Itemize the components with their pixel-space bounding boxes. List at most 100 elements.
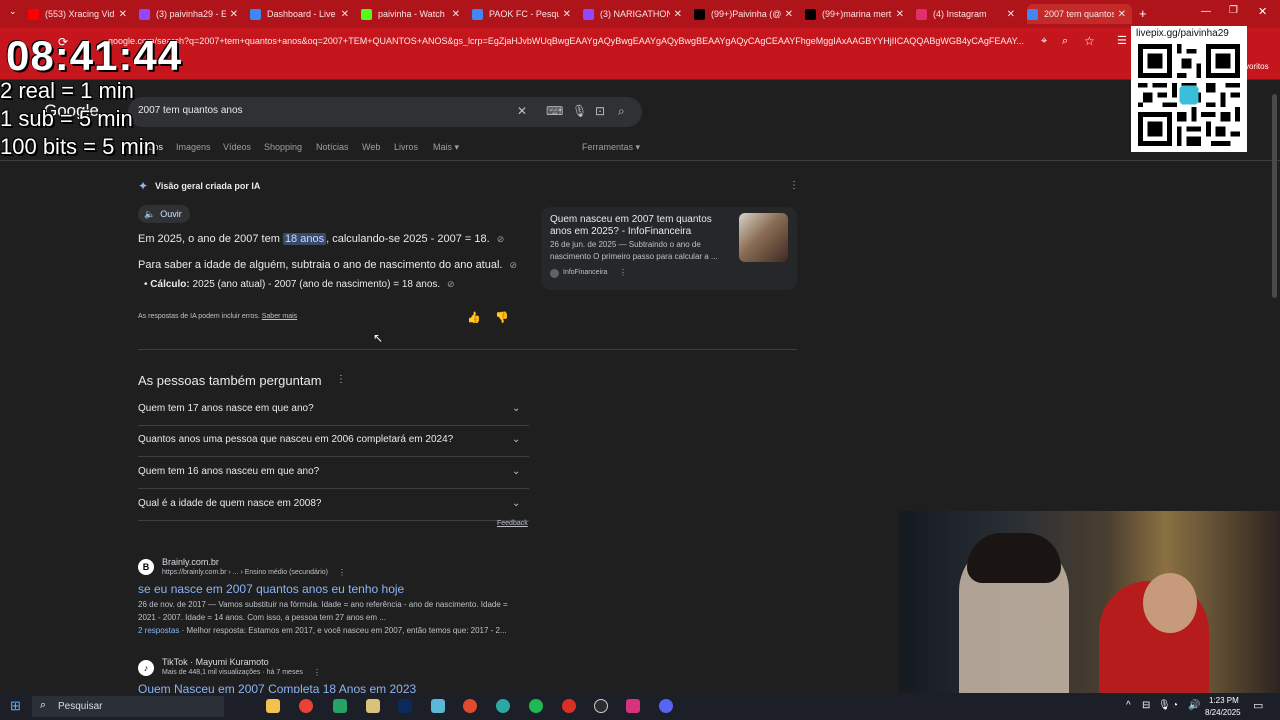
app-icon[interactable] [626, 699, 640, 713]
chevron-down-icon[interactable]: ⌄ [512, 498, 520, 509]
app-icon[interactable] [366, 699, 380, 713]
browser-tab[interactable]: (4) Instagram ✕ [916, 4, 1021, 24]
paa-question[interactable]: Qual é a idade de quem nasce em 2008? [138, 498, 321, 509]
app-icon[interactable] [463, 699, 477, 713]
tab-noticias[interactable]: Notícias [316, 142, 349, 152]
source-title-line2[interactable]: anos em 2025? - InfoFinanceira [550, 226, 691, 237]
browser-tab[interactable]: Dashboard - Live ✕ [250, 4, 355, 24]
link-icon[interactable]: ⊘ [447, 279, 455, 289]
chevron-down-icon[interactable]: ⌄ [512, 434, 520, 445]
volume-icon[interactable]: 🔊 [1188, 700, 1200, 711]
tab-imagens[interactable]: Imagens [176, 142, 211, 152]
spotify-icon[interactable] [529, 699, 543, 713]
search-input[interactable]: 2007 tem quantos anos [138, 105, 243, 116]
photoshop-icon[interactable] [398, 699, 412, 713]
chevron-down-icon[interactable]: ⌄ [512, 466, 520, 477]
result-more-icon[interactable]: ⋮ [313, 668, 321, 677]
discord-icon[interactable] [659, 699, 673, 713]
scrollbar[interactable] [1272, 94, 1277, 298]
tray-chevron-icon[interactable]: ^ [1126, 700, 1131, 711]
thumbs-down-icon[interactable]: 👎 [495, 311, 509, 324]
link-icon[interactable]: ⊘ [497, 234, 505, 244]
taskbar-date[interactable]: 8/24/2025 [1205, 708, 1241, 717]
paa-question[interactable]: Quem tem 16 anos nasceu em que ano? [138, 466, 319, 477]
result-title-link[interactable]: se eu nasce em 2007 quantos anos eu tenh… [138, 582, 404, 596]
chrome-icon[interactable] [562, 699, 576, 713]
chrome-icon[interactable] [299, 699, 313, 713]
browser-tab[interactable]: (3) NARIGATHON ✕ [583, 4, 688, 24]
tab-close-icon[interactable]: ✕ [674, 9, 682, 20]
thumbs-up-icon[interactable]: 👍 [467, 311, 481, 324]
tab-close-icon[interactable]: ✕ [1007, 9, 1015, 20]
browser-tab[interactable]: (3) paivinha29 - E ✕ [139, 4, 244, 24]
ai-more-icon[interactable]: ⋮ [789, 180, 799, 191]
browser-tab[interactable]: (99+)Paivinha (@ ✕ [694, 4, 799, 24]
tab-list-chevron-icon[interactable]: ⌄ [9, 6, 17, 17]
tab-close-icon[interactable]: ✕ [785, 9, 793, 20]
tools-button[interactable]: Ferramentas ▾ [582, 142, 640, 153]
tab-close-icon[interactable]: ✕ [452, 9, 460, 20]
paa-question[interactable]: Quantos anos uma pessoa que nasceu em 20… [138, 434, 453, 445]
zoom-icon[interactable]: ⌕ [1062, 35, 1068, 48]
lens-icon[interactable]: ⊡ [595, 104, 605, 118]
file-explorer-icon[interactable] [266, 699, 280, 713]
tab-web[interactable]: Web [362, 142, 380, 152]
source-title-line1[interactable]: Quem nasceu em 2007 tem quantos [550, 214, 712, 225]
chevron-down-icon[interactable]: ⌄ [512, 403, 520, 414]
windows-start-icon[interactable]: ⊞ [10, 698, 21, 714]
search-icon[interactable]: ⌕ [618, 104, 625, 119]
tab-videos[interactable]: Vídeos [223, 142, 251, 152]
maximize-icon[interactable]: ❐ [1229, 5, 1238, 16]
favorites-folder-label[interactable]: voritos [1245, 62, 1269, 71]
location-icon[interactable]: ⌖ [1041, 35, 1047, 48]
listen-button[interactable]: 🔈 Ouvir [138, 205, 190, 223]
learn-more-link[interactable]: Saber mais [262, 313, 297, 320]
tab-close-icon[interactable]: ✕ [119, 9, 127, 20]
edge-icon[interactable] [496, 699, 510, 713]
obs-icon[interactable] [594, 699, 608, 713]
answers-link[interactable]: 2 respostas [138, 626, 179, 635]
tab-close-icon[interactable]: ✕ [896, 9, 904, 20]
new-tab-button[interactable]: + [1139, 6, 1147, 21]
link-icon[interactable]: ⊘ [510, 260, 518, 270]
minimize-icon[interactable]: — [1201, 6, 1211, 17]
result-site[interactable]: Brainly.com.br [162, 557, 219, 567]
browser-tab[interactable]: PAOK FC - Pesqui ✕ [472, 4, 577, 24]
mic-tray-icon[interactable]: 🎙 [1158, 700, 1171, 711]
network-icon[interactable]: ⊟ [1142, 700, 1150, 711]
result-breadcrumb[interactable]: https://brainly.com.br › ... › Ensino mé… [162, 569, 328, 576]
app-icon[interactable] [431, 699, 445, 713]
source-more-icon[interactable]: ⋮ [619, 268, 627, 277]
tab-livros[interactable]: Livros [394, 142, 418, 152]
result-site[interactable]: TikTok · Mayumi Kuramoto [162, 657, 269, 667]
paa-more-icon[interactable]: ⋮ [336, 374, 346, 385]
browser-tab[interactable]: (99+)marina mert ✕ [805, 4, 910, 24]
tab-close-icon[interactable]: ✕ [341, 9, 349, 20]
tab-mais[interactable]: Mais ▾ [433, 142, 459, 153]
reading-list-icon[interactable]: ☰ [1117, 34, 1127, 47]
tab-close-icon[interactable]: ✕ [1118, 9, 1126, 20]
feedback-link[interactable]: Feedback [497, 520, 528, 527]
tab-label: Dashboard - Live [267, 9, 336, 19]
tab-shopping[interactable]: Shopping [264, 142, 302, 152]
tab-close-icon[interactable]: ✕ [230, 9, 238, 20]
webcam-person-left-hair [967, 533, 1061, 583]
mic-icon[interactable]: 🎙 [572, 104, 587, 118]
ai-disclaimer: As respostas de IA podem incluir erros. … [138, 313, 297, 320]
url-field[interactable]: google.com/search?q=2007+tem+quantos+ano… [108, 36, 1033, 46]
clear-icon[interactable]: ✕ [517, 104, 527, 118]
wifi-icon[interactable]: ◔ [1172, 700, 1178, 711]
close-window-icon[interactable]: ✕ [1258, 5, 1267, 18]
keyboard-icon[interactable]: ⌨ [546, 104, 563, 118]
tab-close-icon[interactable]: ✕ [563, 9, 571, 20]
bookmark-star-icon[interactable]: ☆ [1084, 34, 1095, 48]
notifications-icon[interactable]: ▭ [1253, 699, 1263, 712]
browser-tab[interactable]: (553) Xracing Vid ✕ [28, 4, 133, 24]
source-thumbnail[interactable] [739, 213, 788, 262]
browser-tab[interactable]: paivinha - Watch ✕ [361, 4, 466, 24]
app-icon[interactable] [333, 699, 347, 713]
taskbar-time[interactable]: 1:23 PM [1209, 696, 1239, 705]
browser-tab[interactable]: 2007 tem quantos ✕ [1027, 4, 1132, 24]
paa-question[interactable]: Quem tem 17 anos nasce em que ano? [138, 403, 314, 414]
result-more-icon[interactable]: ⋮ [338, 568, 346, 577]
